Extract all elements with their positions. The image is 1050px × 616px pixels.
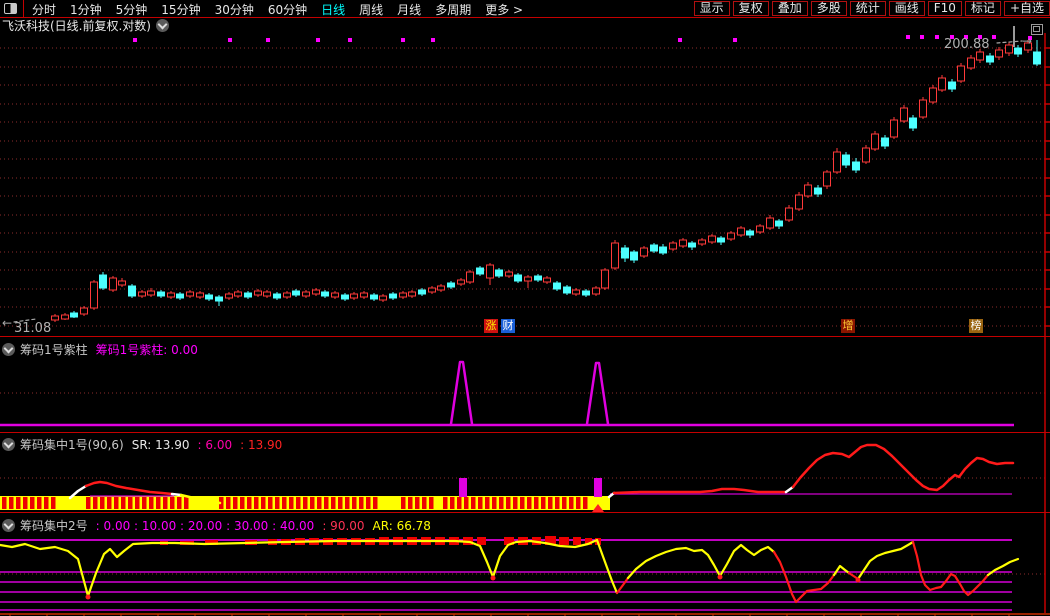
period-item-8[interactable]: 月线 (397, 3, 421, 17)
tool-item-0[interactable]: 显示 (694, 1, 730, 16)
svg-text:→: → (1022, 34, 1032, 48)
event-marker-2[interactable]: 增 (841, 319, 855, 333)
period-item-3[interactable]: 15分钟 (161, 3, 200, 17)
tool-item-1[interactable]: 复权 (733, 1, 769, 16)
period-item-7[interactable]: 周线 (359, 3, 383, 17)
tool-item-5[interactable]: 画线 (889, 1, 925, 16)
svg-text:←: ← (2, 316, 12, 330)
chart-title-bar: 飞沃科技(日线.前复权.对数) (0, 18, 1050, 33)
top-toolbar: 分时 1分钟 5分钟 15分钟 30分钟 60分钟日线周线月线多周期更多 > 显示复权叠加… (0, 0, 1050, 18)
period-item-10[interactable]: 更多 > (485, 3, 523, 17)
panel-chevron-down-icon[interactable] (2, 438, 15, 451)
main-candlestick-chart[interactable]: 200.88 → ←31.08 (0, 33, 1050, 336)
period-item-0[interactable]: 分时 (32, 3, 56, 17)
period-item-9[interactable]: 多周期 (435, 3, 471, 17)
period-menu: 分时 1分钟 5分钟 15分钟 30分钟 60分钟日线周线月线多周期更多 > (32, 0, 537, 18)
panel-ciazhu-title: 筹码1号紫柱 (20, 341, 88, 358)
event-marker-1[interactable]: 财 (501, 319, 515, 333)
value-2: : 13.90 (240, 438, 282, 452)
symbol-title: 飞沃科技(日线.前复权.对数) (2, 17, 151, 34)
trading-app-window: 分时 1分钟 5分钟 15分钟 30分钟 60分钟日线周线月线多周期更多 > 显示复权叠加… (0, 0, 1050, 616)
panel-chevron-down-icon[interactable] (2, 519, 15, 532)
period-item-1[interactable]: 1分钟 (70, 3, 102, 17)
ar-value: AR: 66.78 (373, 519, 431, 533)
layout-toggle-icon[interactable] (4, 3, 17, 14)
event-marker-0[interactable]: 涨 (484, 319, 498, 333)
tools-menu: 显示复权叠加多股统计画线F10标记+自选 (691, 1, 1050, 16)
panel-chevron-icon[interactable] (1013, 26, 1015, 45)
ref-values: : 0.00 : 10.00 : 20.00 : 30.00 : 40.00 (96, 519, 315, 533)
svg-text:200.88: 200.88 (944, 37, 990, 52)
ref-value-90: : 90.00 (322, 519, 364, 533)
panel-jizhong2-header: 筹码集中2号 : 0.00 : 10.00 : 20.00 : 30.00 : … (0, 517, 431, 534)
panel-jizhong1-header: 筹码集中1号(90,6) SR: 13.90 : 6.00 : 13.90 (0, 436, 282, 453)
title-chevron-down-icon[interactable] (156, 19, 169, 32)
sr-value: SR: 13.90 (132, 438, 190, 452)
tool-item-2[interactable]: 叠加 (772, 1, 808, 16)
toolbar-divider (23, 0, 24, 17)
panel-jizhong2-title: 筹码集中2号 (20, 517, 88, 534)
event-marker-3[interactable]: 榜 (969, 319, 983, 333)
tool-item-4[interactable]: 统计 (850, 1, 886, 16)
period-item-6[interactable]: 日线 (321, 3, 345, 17)
panel-chevron-down-icon[interactable] (2, 343, 15, 356)
panel-ciazhu-header: 筹码1号紫柱 筹码1号紫柱: 0.00 (0, 341, 198, 358)
value-1: : 6.00 (198, 438, 233, 452)
panel-ciazhu-value: 筹码1号紫柱: 0.00 (96, 341, 198, 358)
tool-item-8[interactable]: +自选 (1004, 1, 1050, 16)
period-item-5[interactable]: 60分钟 (268, 3, 307, 17)
tool-item-6[interactable]: F10 (928, 1, 962, 16)
svg-text:31.08: 31.08 (14, 321, 51, 336)
tool-item-7[interactable]: 标记 (965, 1, 1001, 16)
tool-item-3[interactable]: 多股 (811, 1, 847, 16)
panel-jizhong1-title: 筹码集中1号(90,6) (20, 436, 124, 453)
panel-window-icon[interactable] (1031, 24, 1043, 35)
period-item-2[interactable]: 5分钟 (116, 3, 148, 17)
period-item-4[interactable]: 30分钟 (215, 3, 254, 17)
